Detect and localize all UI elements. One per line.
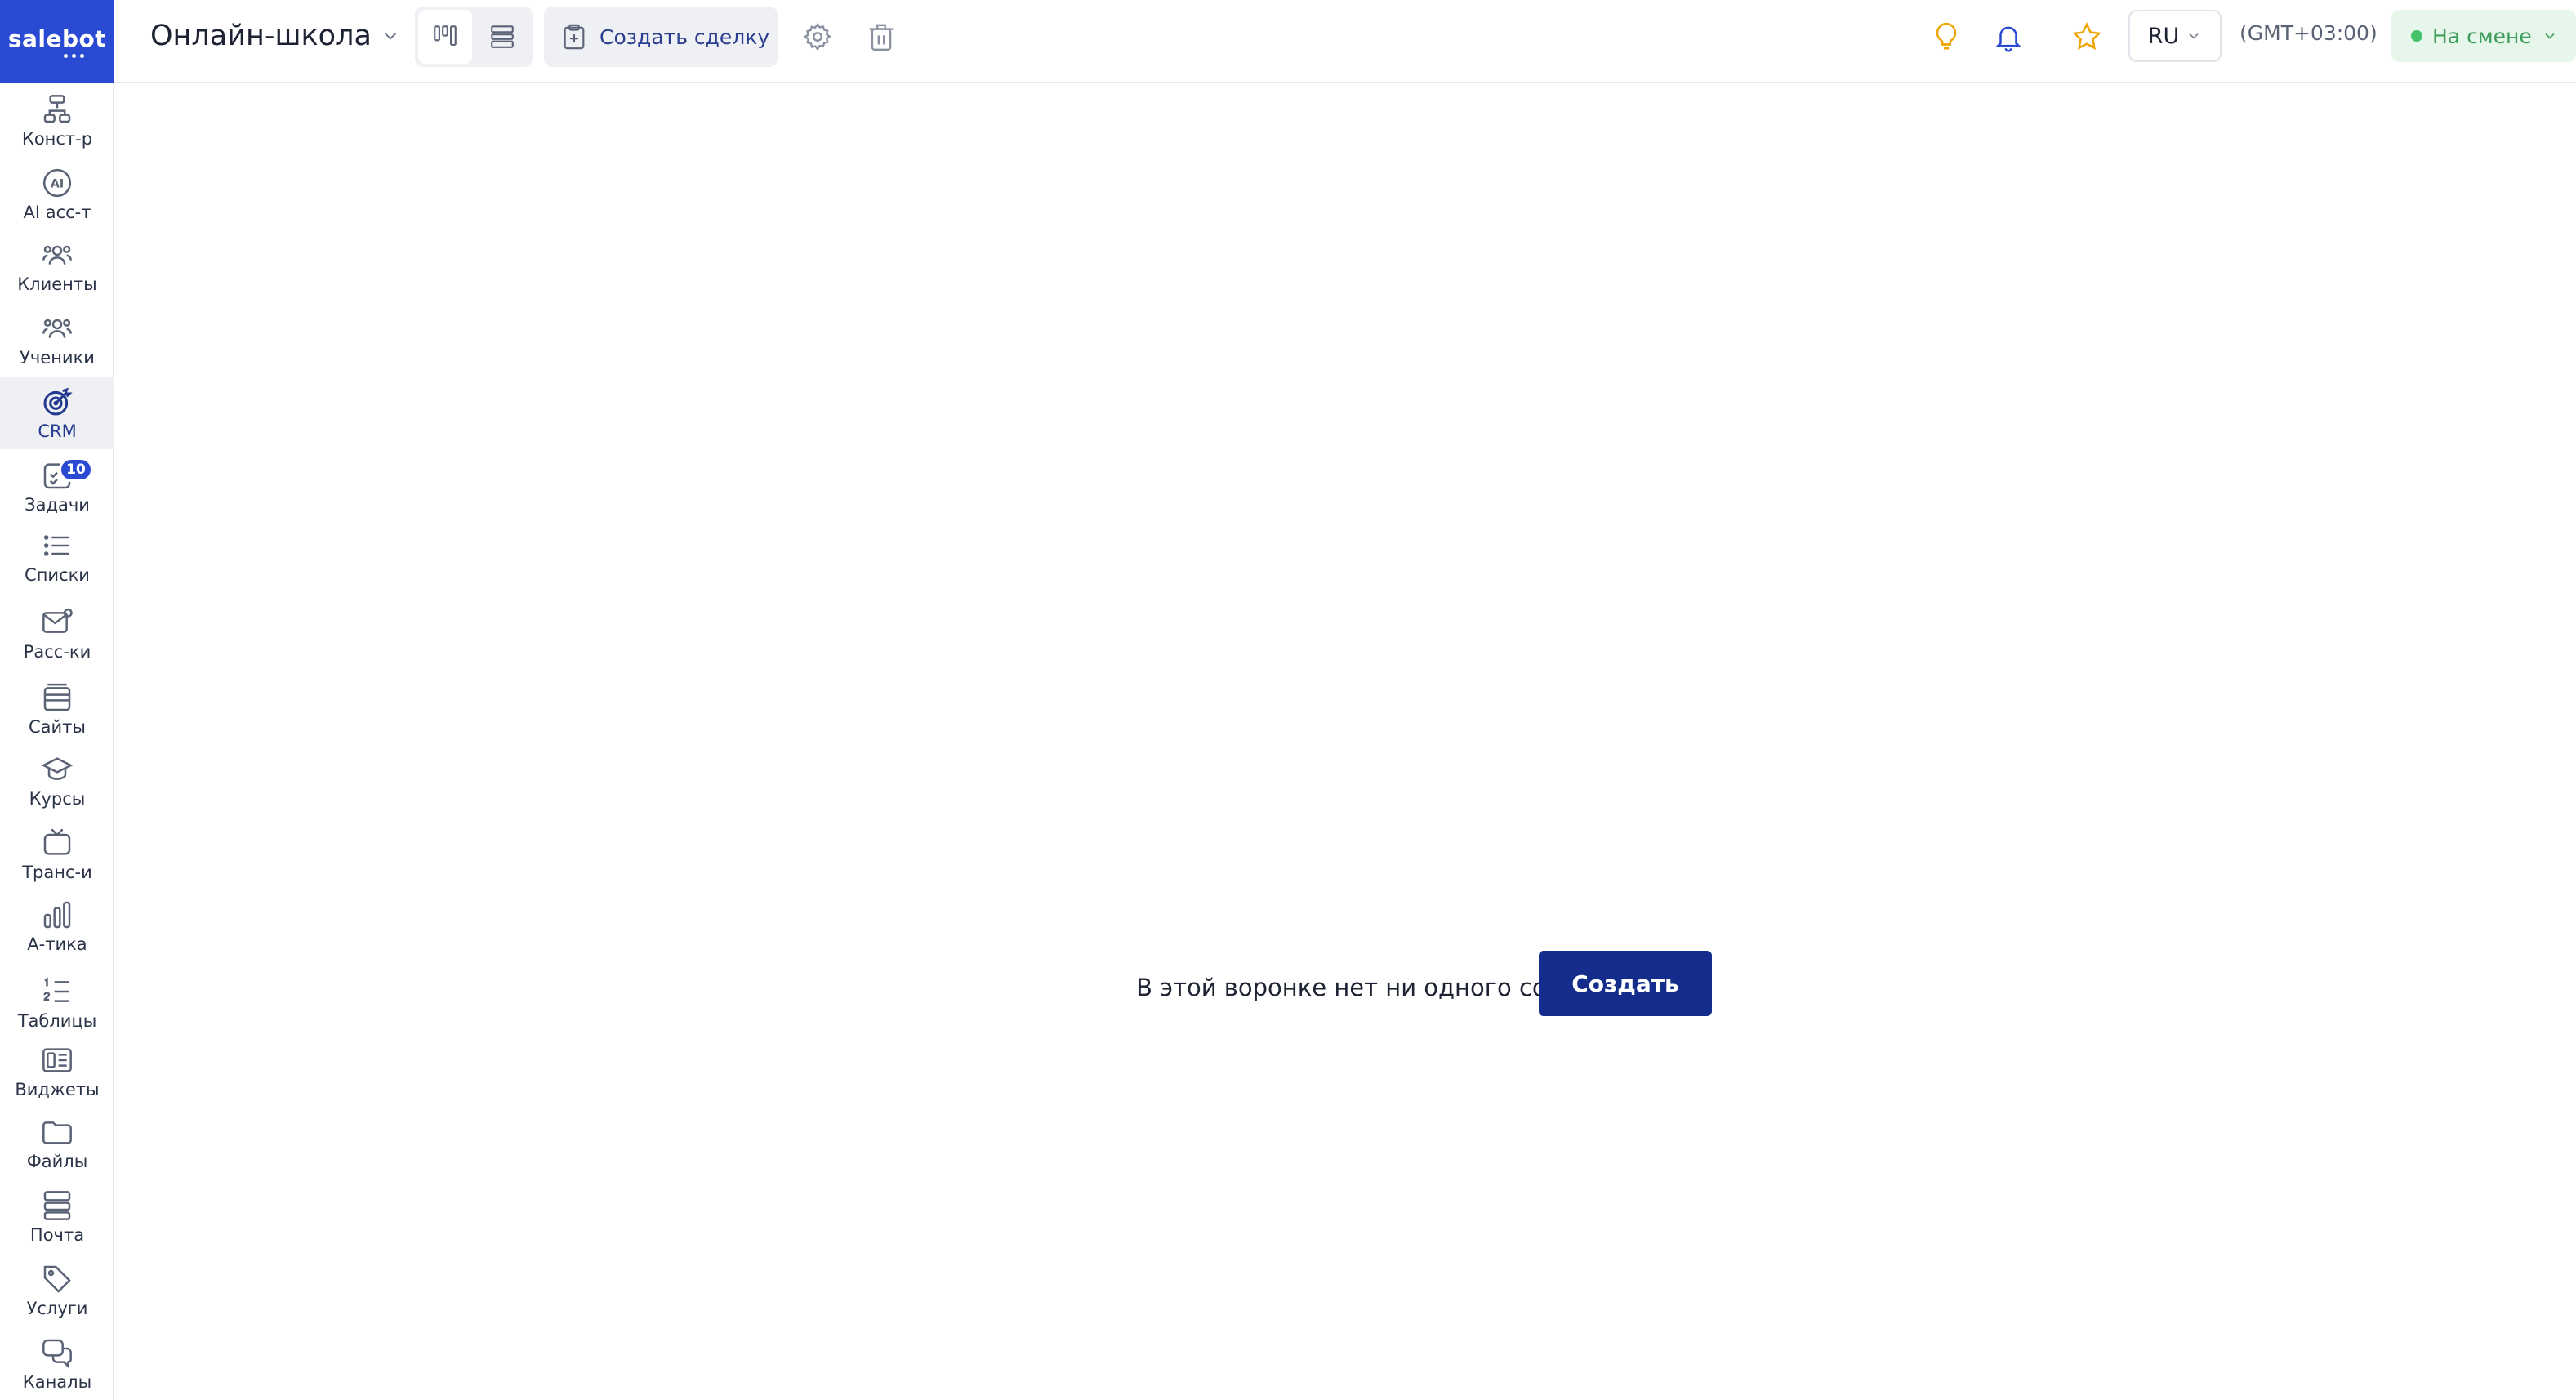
language-value: RU	[2147, 23, 2180, 49]
target-icon	[41, 386, 74, 418]
tips-button[interactable]	[1926, 16, 1967, 57]
users-icon	[41, 239, 74, 271]
sidebar-item-students[interactable]: Ученики	[0, 304, 114, 376]
sidebar-item-widgets[interactable]: Виджеты	[0, 1036, 114, 1108]
sidebar-item-clients[interactable]: Клиенты	[0, 230, 114, 302]
sidebar-item-label: Сайты	[29, 717, 86, 737]
sites-icon	[41, 681, 74, 714]
shift-status-label: На смене	[2432, 24, 2532, 48]
sidebar-item-label: Ученики	[20, 348, 95, 368]
sidebar-item-label: Списки	[25, 565, 90, 585]
sidebar-item-label: Почта	[29, 1225, 85, 1245]
delete-funnel-button[interactable]	[861, 16, 902, 57]
app-root: salebot Конст-р AI AI асс-т Клиенты Учен…	[0, 0, 2576, 1400]
bar-chart-icon	[41, 898, 74, 931]
view-toggle	[415, 7, 533, 67]
gear-icon	[803, 22, 831, 51]
create-state-button[interactable]: Создать	[1539, 951, 1712, 1016]
svg-text:AI: AI	[51, 177, 64, 190]
sidebar-item-label: Таблицы	[17, 1011, 97, 1031]
widget-icon	[41, 1044, 74, 1077]
mail-icon	[41, 606, 74, 639]
chevron-down-icon	[380, 25, 401, 47]
kanban-view-button[interactable]	[418, 10, 472, 64]
tasks-count-badge: 10	[59, 457, 93, 482]
sidebar-item-analytics[interactable]: А-тика	[0, 890, 114, 962]
ai-icon: AI	[41, 167, 74, 199]
sidebar-item-crm[interactable]: CRM	[0, 377, 114, 449]
numbered-list-icon	[41, 975, 74, 1008]
sidebar-item-label: Клиенты	[17, 274, 97, 294]
sidebar-item-label: Каналы	[22, 1372, 92, 1392]
notifications-button[interactable]	[1988, 16, 2029, 57]
sidebar-item-constructor[interactable]: Конст-р	[0, 85, 114, 157]
sidebar-item-files[interactable]: Файлы	[0, 1108, 114, 1179]
shift-status-selector[interactable]: На смене	[2391, 10, 2576, 62]
rows-icon	[491, 25, 514, 48]
timezone-label: (GMT+03:00)	[2240, 21, 2378, 45]
star-icon	[2072, 22, 2101, 50]
list-view-button[interactable]	[475, 10, 529, 64]
logo[interactable]: salebot	[0, 0, 114, 83]
logo-dots	[63, 54, 84, 58]
graduation-cap-icon	[41, 753, 74, 786]
chevron-down-icon	[2186, 28, 2202, 44]
sidebar-item-label: Задачи	[25, 495, 90, 515]
chevron-down-icon	[2542, 28, 2558, 44]
students-icon	[41, 312, 74, 345]
sidebar-item-label: Транс-и	[22, 863, 92, 882]
funnel-settings-button[interactable]	[797, 16, 838, 57]
tv-icon	[41, 827, 74, 859]
chat-icon	[41, 1336, 74, 1369]
sidebar-item-channels[interactable]: Каналы	[0, 1328, 114, 1400]
kanban-icon	[434, 25, 457, 46]
sidebar-item-label: Виджеты	[15, 1080, 100, 1099]
sidebar-item-ai-assistant[interactable]: AI AI асс-т	[0, 158, 114, 230]
sidebar-item-tasks[interactable]: 10 Задачи	[0, 451, 114, 523]
funnel-title: Онлайн-школа	[150, 20, 372, 52]
create-deal-label: Создать сделку	[599, 25, 770, 49]
trash-icon	[869, 24, 894, 51]
constructor-icon	[41, 93, 74, 126]
status-dot	[2411, 30, 2422, 42]
list-icon	[41, 529, 74, 562]
sidebar-item-label: Услуги	[26, 1299, 88, 1318]
sidebar-item-label: Файлы	[26, 1152, 88, 1171]
sidebar-item-sites[interactable]: Сайты	[0, 673, 114, 745]
sidebar-item-courses[interactable]: Курсы	[0, 745, 114, 817]
funnel-board: В этой воронке нет ни одного состояния С…	[116, 85, 2576, 1400]
funnel-selector[interactable]: Онлайн-школа	[150, 18, 401, 54]
sidebar: salebot Конст-р AI AI асс-т Клиенты Учен…	[0, 0, 114, 1400]
logo-text: salebot	[7, 25, 107, 52]
sidebar-item-label: Расс-ки	[23, 642, 91, 662]
create-deal-button[interactable]: Создать сделку	[544, 7, 778, 67]
sidebar-item-label: CRM	[38, 421, 77, 441]
sidebar-item-label: Курсы	[29, 789, 86, 809]
sidebar-item-mail[interactable]: Почта	[0, 1181, 114, 1253]
sidebar-item-mailings[interactable]: Расс-ки	[0, 598, 114, 670]
lightbulb-icon	[1936, 22, 1957, 50]
clipboard-plus-icon	[564, 24, 585, 50]
folder-icon	[41, 1116, 74, 1148]
mail-list-icon	[41, 1189, 74, 1222]
language-selector[interactable]: RU	[2128, 10, 2222, 62]
top-header: Онлайн-школа Создать сделку RU (GMT+03:0…	[114, 0, 2576, 83]
sidebar-item-services[interactable]: Услуги	[0, 1255, 114, 1326]
sidebar-item-label: Конст-р	[21, 129, 93, 149]
sidebar-item-broadcasts[interactable]: Транс-и	[0, 818, 114, 890]
sidebar-item-label: А-тика	[27, 934, 87, 954]
bell-icon	[1995, 26, 2021, 52]
tag-icon	[41, 1263, 74, 1295]
sidebar-item-tables[interactable]: Таблицы	[0, 967, 114, 1039]
favorites-button[interactable]	[2066, 16, 2107, 57]
sidebar-item-label: AI асс-т	[23, 203, 91, 222]
sidebar-item-lists[interactable]: Списки	[0, 521, 114, 593]
